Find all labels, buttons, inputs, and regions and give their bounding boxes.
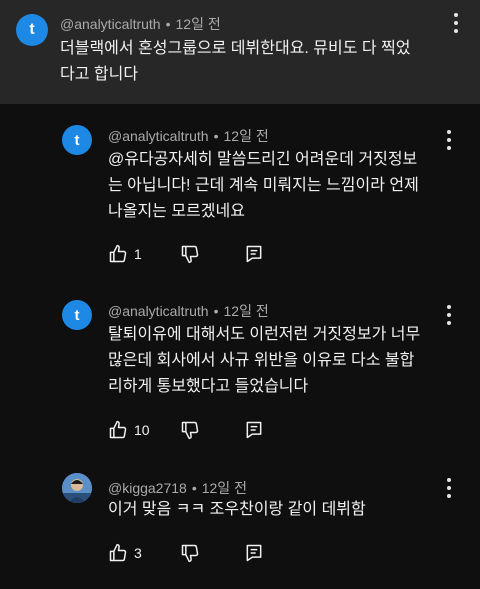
comment-meta: @kigga2718 • 12일 전 (108, 478, 247, 498)
author-name[interactable]: @kigga2718 (108, 480, 187, 496)
reply-button[interactable] (244, 418, 264, 442)
avatar[interactable]: t (16, 14, 48, 46)
timestamp[interactable]: 12일 전 (224, 303, 269, 319)
like-button[interactable]: 10 (108, 418, 150, 442)
avatar[interactable]: t (62, 125, 92, 155)
avatar[interactable]: t (62, 300, 92, 330)
thumbs-up-icon (109, 420, 127, 439)
comment-text: 이거 맞음 ㅋㅋ 조우찬이랑 같이 데뷔함 (108, 501, 366, 518)
meta-separator: • (213, 128, 219, 144)
more-options-icon[interactable] (453, 13, 459, 33)
comment-text: 더블랙에서 혼성그룹으로 데뷔한대요. 뮤비도 다 찍었 다고 합니다 (60, 40, 411, 83)
reply-icon (246, 421, 262, 439)
thumbs-down-icon (181, 544, 199, 563)
reply-button[interactable] (244, 541, 264, 565)
author-name[interactable]: @analyticaltruth (108, 303, 209, 319)
profile-photo-icon (62, 473, 92, 503)
comment-meta: @analyticaltruth • 12일 전 (108, 301, 269, 321)
thumbs-down-icon (181, 245, 199, 264)
avatar[interactable] (62, 473, 92, 503)
comment-text: @유다공자세히 말씀드리긴 어려운데 거짓정보 는 아닙니다! 근데 계속 미뤄… (108, 151, 419, 220)
dislike-button[interactable] (180, 242, 200, 266)
comment-text: 탈퇴이유에 대해서도 이런저런 거짓정보가 너무 많은데 회사에서 사규 위반을… (108, 326, 421, 395)
dislike-button[interactable] (180, 541, 200, 565)
thumbs-up-icon (109, 543, 127, 562)
timestamp[interactable]: 12일 전 (224, 128, 269, 144)
author-name[interactable]: @analyticaltruth (108, 128, 209, 144)
reply-icon (246, 245, 262, 263)
like-count: 1 (134, 246, 142, 262)
comment-meta: @analyticaltruth • 12일 전 (60, 14, 221, 34)
thumbs-down-icon (181, 421, 199, 440)
timestamp[interactable]: 12일 전 (176, 16, 221, 32)
highlighted-comment: t @analyticaltruth • 12일 전 더블랙에서 혼성그룹으로 데뷔… (0, 0, 480, 104)
like-count: 3 (134, 545, 142, 561)
timestamp[interactable]: 12일 전 (202, 480, 247, 496)
like-button[interactable]: 1 (108, 242, 142, 266)
more-options-icon[interactable] (446, 305, 452, 325)
comment-meta: @analyticaltruth • 12일 전 (108, 126, 269, 146)
meta-separator: • (191, 480, 197, 496)
like-count: 10 (134, 422, 150, 438)
like-button[interactable]: 3 (108, 541, 142, 565)
thumbs-up-icon (109, 244, 127, 263)
more-options-icon[interactable] (446, 478, 452, 498)
author-name[interactable]: @analyticaltruth (60, 16, 161, 32)
meta-separator: • (165, 16, 171, 32)
dislike-button[interactable] (180, 418, 200, 442)
meta-separator: • (213, 303, 219, 319)
reply-icon (246, 544, 262, 562)
reply-button[interactable] (244, 242, 264, 266)
more-options-icon[interactable] (446, 130, 452, 150)
